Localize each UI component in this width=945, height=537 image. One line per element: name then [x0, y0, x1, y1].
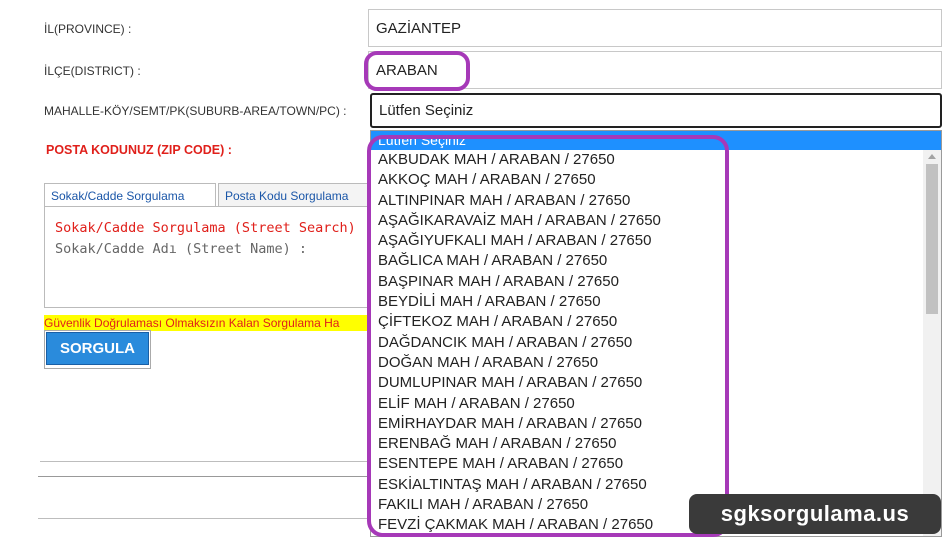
district-label: İLÇE(DISTRICT) :: [44, 64, 141, 78]
tab-zip-search-label: Posta Kodu Sorgulama: [225, 189, 349, 203]
scrollbar-thumb[interactable]: [926, 164, 938, 314]
suburb-label: MAHALLE-KÖY/SEMT/PK(SUBURB-AREA/TOWN/PC)…: [44, 104, 347, 118]
tab-street-search[interactable]: Sokak/Cadde Sorgulama: [44, 183, 216, 207]
tab-zip-search[interactable]: Posta Kodu Sorgulama: [218, 183, 370, 207]
street-name-label: Sokak/Cadde Adı (Street Name) :: [55, 241, 307, 257]
suburb-select[interactable]: Lütfen Seçiniz: [370, 93, 942, 128]
divider: [38, 476, 370, 477]
tab-street-search-label: Sokak/Cadde Sorgulama: [51, 189, 185, 203]
panel-title: Sokak/Cadde Sorgulama (Street Search): [55, 220, 356, 236]
zip-code-label: POSTA KODUNUZ (ZIP CODE) :: [46, 143, 232, 157]
dropdown-scrollbar[interactable]: [923, 150, 941, 536]
province-label: İL(PROVINCE) :: [44, 22, 132, 36]
query-button[interactable]: SORGULA: [46, 332, 149, 365]
district-highlight: [364, 51, 470, 91]
divider: [38, 518, 370, 519]
suburb-select-value: Lütfen Seçiniz: [379, 102, 474, 119]
watermark: sgksorgulama.us: [689, 494, 941, 534]
security-warning: Güvenlik Doğrulaması Olmaksızın Kalan So…: [44, 315, 370, 331]
scroll-up-icon[interactable]: [923, 150, 941, 164]
street-search-panel: Sokak/Cadde Sorgulama (Street Search) So…: [44, 206, 374, 308]
options-highlight: [367, 135, 729, 537]
province-value: GAZİANTEP: [376, 19, 462, 37]
province-field[interactable]: GAZİANTEP: [368, 9, 942, 47]
divider: [40, 461, 370, 462]
